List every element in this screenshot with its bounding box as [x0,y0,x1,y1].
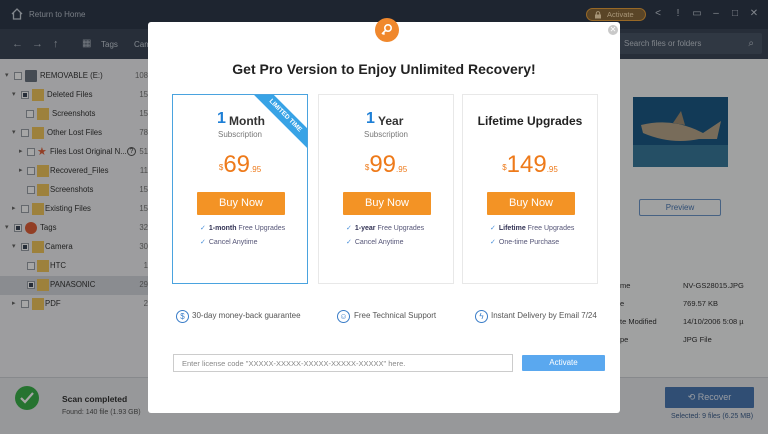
feature-bold: 1-month [208,225,237,232]
plan-price: $69.95 [173,151,307,179]
feature-text: Free Upgrades [375,225,425,232]
guarantee-text: Free Technical Support [354,311,437,320]
plan-card-monthly: 1 Month Subscription $69.95 Buy Now ✓ 1-m… [172,94,308,284]
lightning-icon: ϟ [475,310,488,323]
close-dialog-icon[interactable]: ✕ [608,25,618,35]
plan-feature: ✓ One-time Purchase [490,238,559,246]
check-icon: ✓ [200,225,206,232]
feature-text: Free Upgrades [236,225,286,232]
price-cents: .95 [546,165,558,174]
guarantee-text: Instant Delivery by Email 7/24 [491,311,597,320]
plan-price: $99.95 [319,151,453,179]
support-icon: ☺ [337,310,350,323]
plan-unit: Year [378,114,404,128]
buy-now-button-lifetime[interactable]: Buy Now [487,192,575,215]
plan-feature: ✓ 1-year Free Upgrades [346,224,424,232]
plan-card-lifetime: Lifetime Upgrades $149.95 Buy Now ✓ Lifet… [462,94,598,284]
license-code-field[interactable] [173,354,513,372]
plan-title: Lifetime Upgrades [477,114,583,128]
plan-feature: ✓ Cancel Anytime [346,238,404,246]
plan-feature: ✓ Cancel Anytime [200,238,258,246]
guarantee-text: 30-day money-back guarantee [192,311,301,320]
plan-unit: Month [229,114,265,128]
dialog-title: Get Pro Version to Enjoy Unlimited Recov… [232,61,536,77]
plan-feature: ✓ 1-month Free Upgrades [200,224,285,232]
price-cents: .95 [396,165,408,174]
key-icon [375,18,399,42]
check-icon: ✓ [490,225,496,232]
price-amount: 69 [223,151,251,178]
check-icon: ✓ [346,239,352,246]
feature-text: One-time Purchase [498,239,560,246]
plan-price: $149.95 [463,151,597,179]
plan-subtitle: Subscription [363,130,409,139]
feature-bold: Lifetime [498,225,526,232]
price-amount: 149 [506,151,547,178]
plan-number: 1 [366,110,375,127]
activate-button[interactable]: Activate [522,355,605,371]
plan-feature: ✓ Lifetime Free Upgrades [490,224,574,232]
money-back-icon: $ [176,310,189,323]
plan-number: 1 [217,110,226,127]
plan-subtitle: Subscription [217,130,263,139]
price-cents: .95 [250,165,262,174]
buy-now-button-monthly[interactable]: Buy Now [197,192,285,215]
license-code-input[interactable] [174,355,512,371]
buy-now-button-yearly[interactable]: Buy Now [343,192,431,215]
check-icon: ✓ [346,225,352,232]
feature-text: Cancel Anytime [208,239,258,246]
price-amount: 99 [369,151,397,178]
feature-bold: 1-year [354,225,376,232]
feature-text: Free Upgrades [525,225,575,232]
feature-text: Cancel Anytime [354,239,404,246]
check-icon: ✓ [200,239,206,246]
plan-card-yearly: 1 Year Subscription $99.95 Buy Now ✓ 1-ye… [318,94,454,284]
check-icon: ✓ [490,239,496,246]
